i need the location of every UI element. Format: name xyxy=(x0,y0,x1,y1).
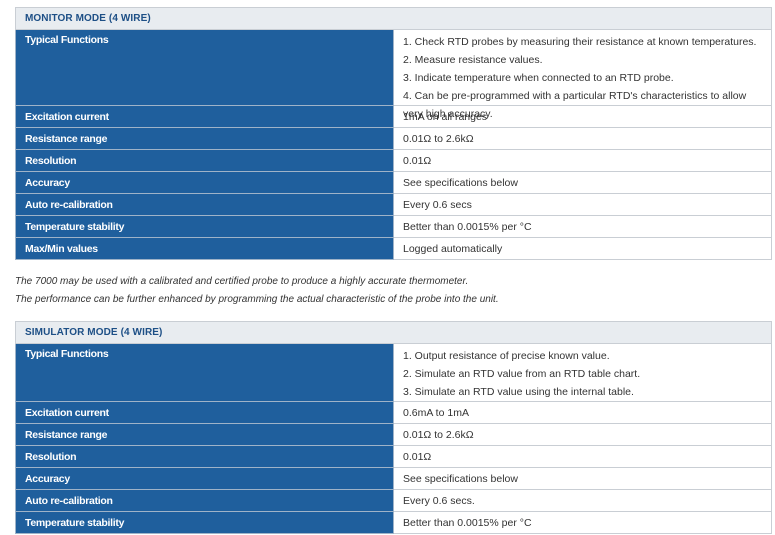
function-item: 3. Indicate temperature when connected t… xyxy=(403,72,674,84)
table-row: Auto re-calibration Every 0.6 secs. xyxy=(15,489,772,512)
monitor-mode-title: MONITOR MODE (4 WIRE) xyxy=(15,7,772,30)
row-label: Resistance range xyxy=(15,127,394,150)
row-value: 0.01Ω xyxy=(393,149,772,172)
table-row: Excitation current 0.6mA to 1mA xyxy=(15,401,772,424)
table-row: Resolution 0.01Ω xyxy=(15,149,772,172)
row-value: 0.01Ω to 2.6kΩ xyxy=(393,127,772,150)
typical-functions-list: 1. Output resistance of precise known va… xyxy=(393,343,772,402)
row-label: Resolution xyxy=(15,445,394,468)
row-label: Max/Min values xyxy=(15,237,394,260)
row-label: Accuracy xyxy=(15,171,394,194)
row-value: See specifications below xyxy=(393,467,772,490)
typical-functions-list: 1. Check RTD probes by measuring their r… xyxy=(393,29,772,120)
table-row: Temperature stability Better than 0.0015… xyxy=(15,215,772,238)
row-value: See specifications below xyxy=(393,171,772,194)
function-item: 1. Output resistance of precise known va… xyxy=(403,350,610,362)
row-label: Accuracy xyxy=(15,467,394,490)
table-row: Max/Min values Logged automatically xyxy=(15,237,772,260)
row-value: 0.01Ω xyxy=(393,445,772,468)
row-label: Temperature stability xyxy=(15,215,394,238)
typical-functions-label: Typical Functions xyxy=(15,343,394,402)
monitor-mode-table: MONITOR MODE (4 WIRE) Typical Functions … xyxy=(15,7,772,260)
table-row: Resolution 0.01Ω xyxy=(15,445,772,468)
simulator-mode-table: SIMULATOR MODE (4 WIRE) Typical Function… xyxy=(15,321,772,534)
row-value: 0.01Ω to 2.6kΩ xyxy=(393,423,772,446)
table-row: Temperature stability Better than 0.0015… xyxy=(15,511,772,534)
row-label: Excitation current xyxy=(15,401,394,424)
row-value: Every 0.6 secs. xyxy=(393,489,772,512)
function-item: 3. Simulate an RTD value using the inter… xyxy=(403,386,634,398)
table-row: Resistance range 0.01Ω to 2.6kΩ xyxy=(15,127,772,150)
row-label: Resolution xyxy=(15,149,394,172)
note-line: The performance can be further enhanced … xyxy=(15,294,499,305)
table-row: Excitation current 1mA on all ranges xyxy=(15,105,772,128)
row-value: Better than 0.0015% per °C xyxy=(393,215,772,238)
row-value: 0.6mA to 1mA xyxy=(393,401,772,424)
table-row: Auto re-calibration Every 0.6 secs xyxy=(15,193,772,216)
function-item: 2. Measure resistance values. xyxy=(403,54,543,66)
row-label: Auto re-calibration xyxy=(15,193,394,216)
row-label: Excitation current xyxy=(15,105,394,128)
function-item: 4. Can be pre-programmed with a particul… xyxy=(403,90,747,120)
row-value: Better than 0.0015% per °C xyxy=(393,511,772,534)
function-item: 2. Simulate an RTD value from an RTD tab… xyxy=(403,368,641,380)
simulator-mode-title: SIMULATOR MODE (4 WIRE) xyxy=(15,321,772,344)
note-line: The 7000 may be used with a calibrated a… xyxy=(15,276,469,287)
row-value: Logged automatically xyxy=(393,237,772,260)
table-row: Accuracy See specifications below xyxy=(15,467,772,490)
function-item: 1. Check RTD probes by measuring their r… xyxy=(403,36,757,48)
row-label: Temperature stability xyxy=(15,511,394,534)
row-label: Resistance range xyxy=(15,423,394,446)
typical-functions-label: Typical Functions xyxy=(15,29,394,106)
row-label: Auto re-calibration xyxy=(15,489,394,512)
table-row: Accuracy See specifications below xyxy=(15,171,772,194)
row-value: Every 0.6 secs xyxy=(393,193,772,216)
table-row: Resistance range 0.01Ω to 2.6kΩ xyxy=(15,423,772,446)
